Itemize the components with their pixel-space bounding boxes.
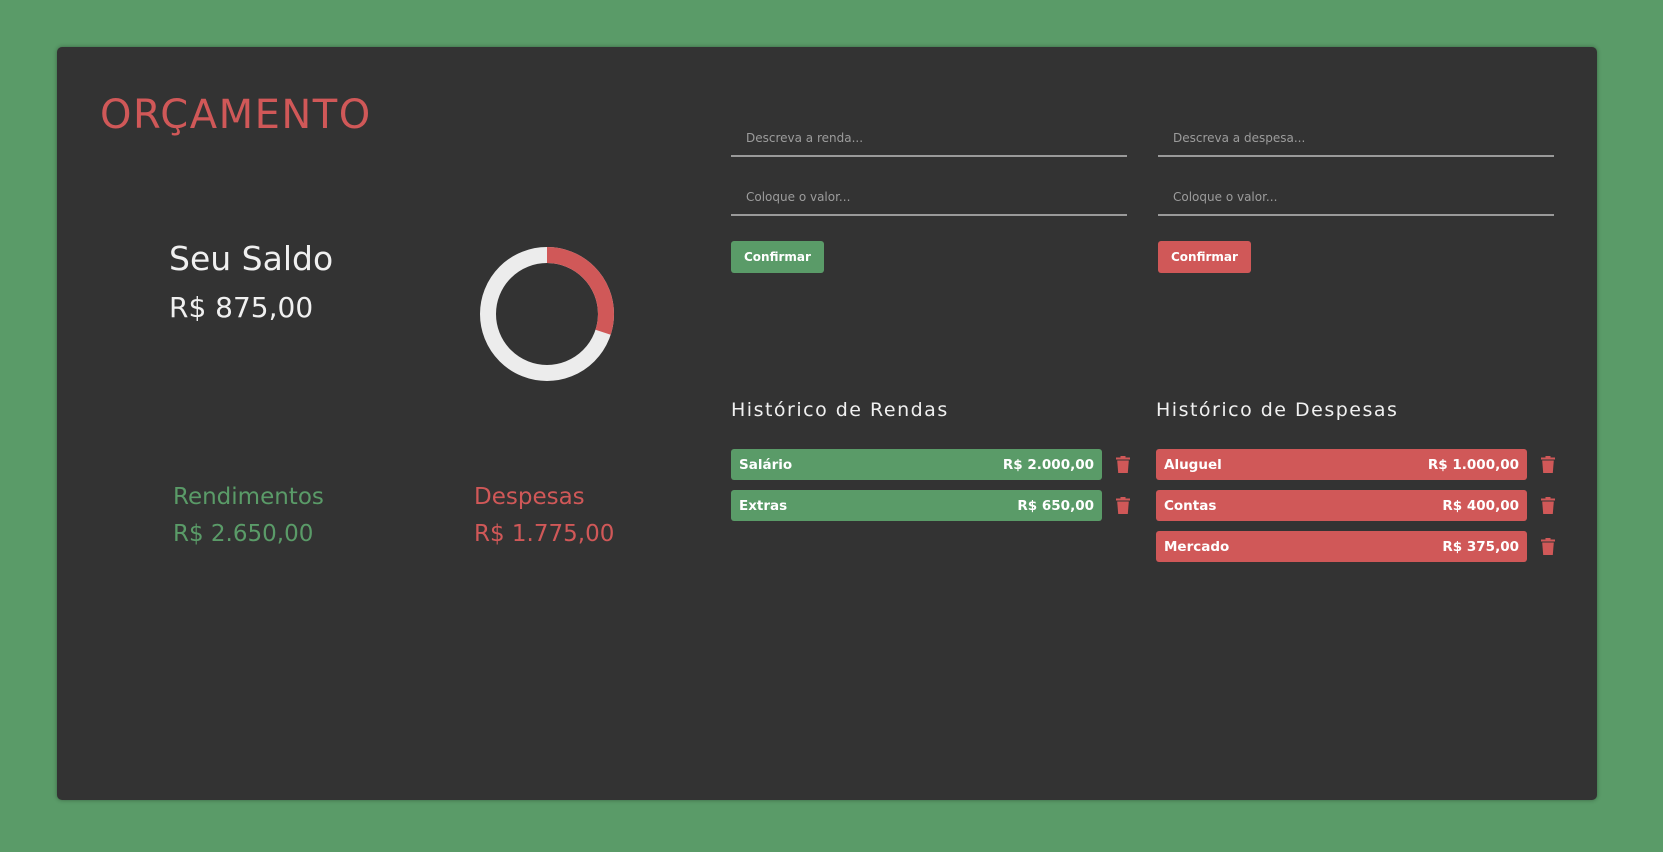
income-value: R$ 2.650,00 <box>173 521 314 547</box>
income-item-name: Extras <box>739 497 788 514</box>
income-value-input[interactable] <box>731 180 1127 216</box>
balance-label: Seu Saldo <box>169 239 334 278</box>
income-history-title: Histórico de Rendas <box>731 399 949 421</box>
expense-item-name: Mercado <box>1164 538 1230 555</box>
trash-icon[interactable] <box>1116 456 1130 473</box>
income-item-bar: Salário R$ 2.000,00 <box>731 449 1102 480</box>
trash-icon[interactable] <box>1541 456 1555 473</box>
trash-icon[interactable] <box>1116 497 1130 514</box>
expense-item-bar: Contas R$ 400,00 <box>1156 490 1527 521</box>
expense-value-input[interactable] <box>1158 180 1554 216</box>
trash-icon[interactable] <box>1541 497 1555 514</box>
expense-item-amount: R$ 1.000,00 <box>1427 456 1519 473</box>
income-item-bar: Extras R$ 650,00 <box>731 490 1102 521</box>
page-title: ORÇAMENTO <box>100 92 372 138</box>
expense-item-name: Aluguel <box>1164 456 1222 473</box>
budget-card: ORÇAMENTO Seu Saldo R$ 875,00 Rendimento… <box>57 47 1597 800</box>
balance-donut-chart <box>480 247 614 381</box>
expense-item-name: Contas <box>1164 497 1217 514</box>
expense-item-bar: Mercado R$ 375,00 <box>1156 531 1527 562</box>
income-description-input[interactable] <box>731 121 1127 157</box>
expense-item-bar: Aluguel R$ 1.000,00 <box>1156 449 1527 480</box>
expense-label: Despesas <box>474 484 585 510</box>
expense-confirm-button[interactable]: Confirmar <box>1158 241 1251 273</box>
income-item-name: Salário <box>739 456 793 473</box>
income-confirm-button[interactable]: Confirmar <box>731 241 824 273</box>
expense-item-amount: R$ 375,00 <box>1442 538 1519 555</box>
expense-item-amount: R$ 400,00 <box>1442 497 1519 514</box>
expense-description-input[interactable] <box>1158 121 1554 157</box>
balance-value: R$ 875,00 <box>169 291 314 324</box>
expense-value: R$ 1.775,00 <box>474 521 615 547</box>
trash-icon[interactable] <box>1541 538 1555 555</box>
income-item-amount: R$ 650,00 <box>1017 497 1094 514</box>
expense-history-title: Histórico de Despesas <box>1156 399 1399 421</box>
income-label: Rendimentos <box>173 484 324 510</box>
income-item-amount: R$ 2.000,00 <box>1002 456 1094 473</box>
